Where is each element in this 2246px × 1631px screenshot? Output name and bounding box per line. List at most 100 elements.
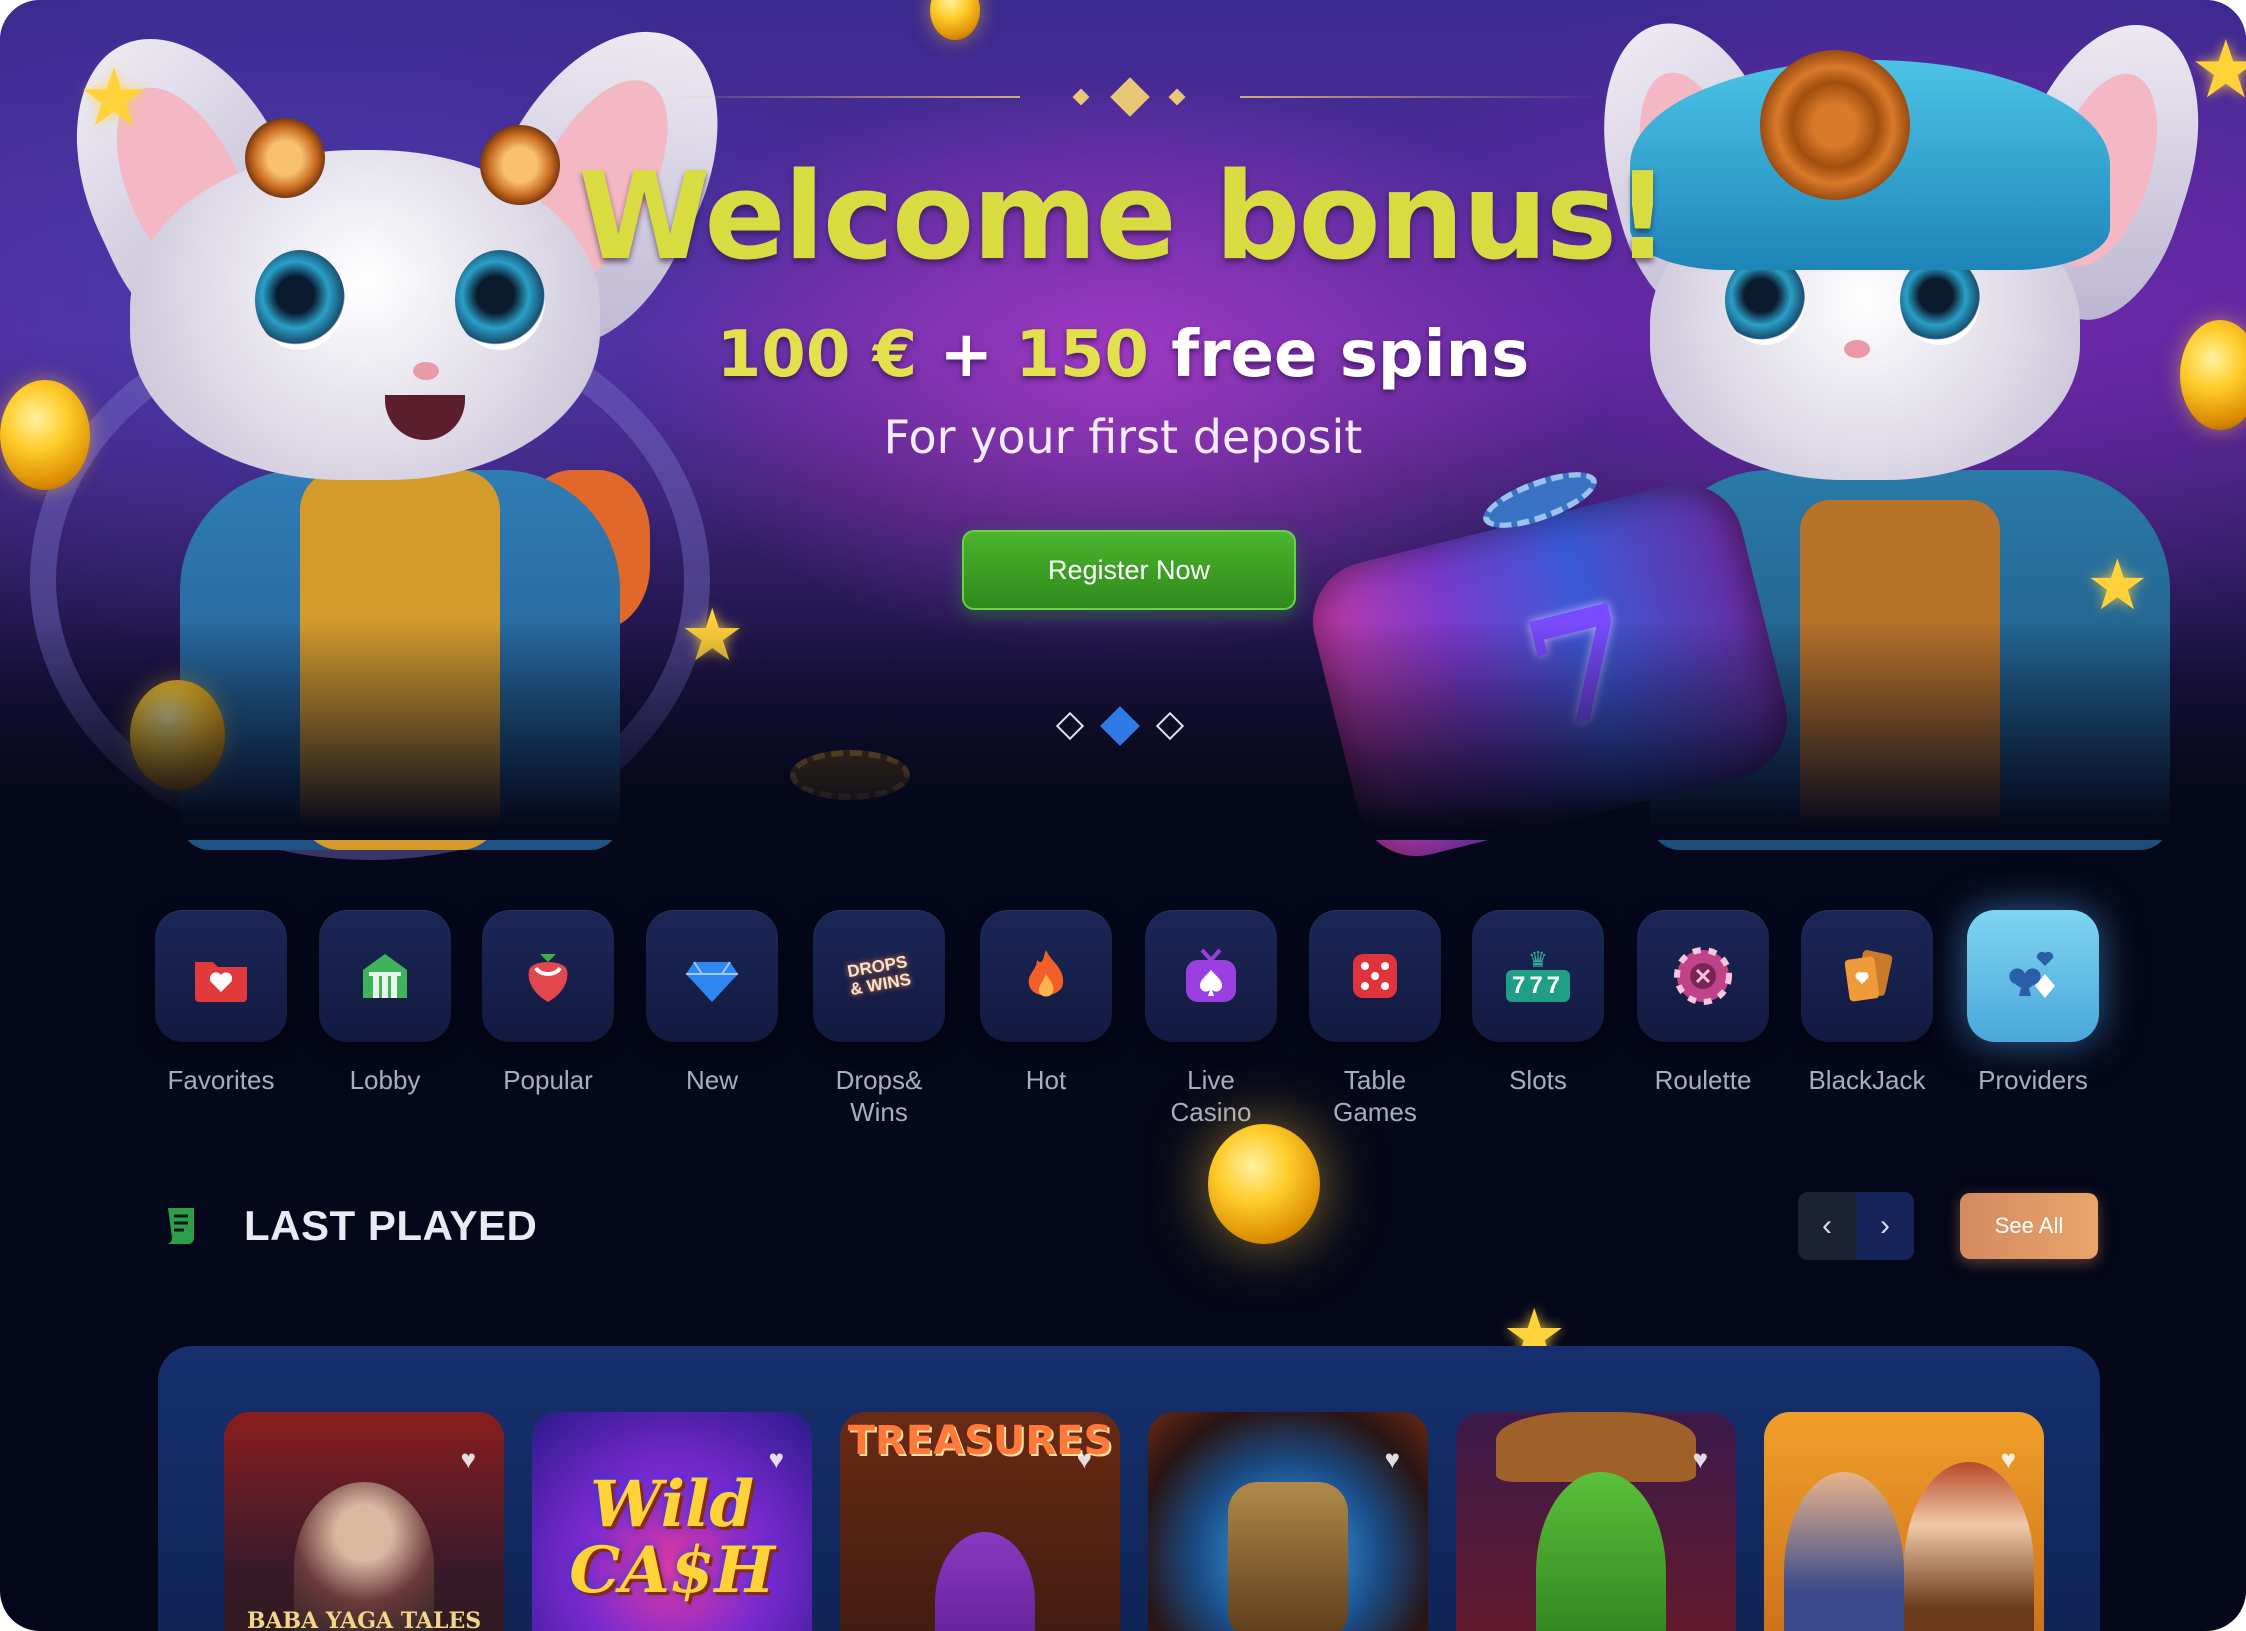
category-tile[interactable]: [980, 910, 1112, 1042]
category-lobby[interactable]: Lobby: [319, 910, 451, 1096]
hero-offer: 100 € + 150 free spins: [0, 318, 2246, 392]
deco-diamond-icon: [1072, 88, 1090, 106]
favorite-heart-icon[interactable]: ♥: [461, 1444, 476, 1475]
category-popular[interactable]: Popular: [482, 910, 614, 1096]
hero-title: Welcome bonus!: [578, 148, 1670, 287]
carousel-dots: [1055, 706, 1185, 746]
game-card-couple[interactable]: ♥: [1764, 1412, 2044, 1631]
hero-subtitle: For your first deposit: [883, 410, 1363, 464]
chevron-right-icon: ›: [1880, 1209, 1890, 1242]
category-tile[interactable]: DROPS & WINS: [813, 910, 945, 1042]
game-art: [1228, 1482, 1348, 1631]
category-favorites[interactable]: Favorites: [155, 910, 287, 1096]
star-icon: ★: [78, 53, 150, 142]
category-tile[interactable]: [155, 910, 287, 1042]
favorite-heart-icon[interactable]: ♥: [2001, 1444, 2016, 1475]
category-roulette[interactable]: Roulette: [1637, 910, 1769, 1096]
game-art: [1904, 1462, 2034, 1631]
favorite-heart-icon[interactable]: ♥: [1077, 1444, 1092, 1475]
game-art: [1784, 1472, 1904, 1631]
deco-diamond-icon: [1110, 77, 1150, 117]
offer-rest: free spins: [1148, 318, 1530, 392]
category-label: Providers: [1978, 1065, 2088, 1095]
register-now-button[interactable]: Register Now: [962, 530, 1296, 610]
next-button[interactable]: ›: [1856, 1192, 1914, 1260]
slot-777-text: 777: [1505, 970, 1571, 1002]
game-art: [1536, 1472, 1666, 1631]
favorite-heart-icon[interactable]: ♥: [1385, 1444, 1400, 1475]
offer-plus: +: [917, 318, 1016, 392]
lobby-building-icon: [363, 954, 407, 998]
prev-button[interactable]: ‹: [1798, 1192, 1856, 1260]
category-label: Hot: [1025, 1065, 1067, 1095]
card-suits-icon: [2009, 951, 2055, 998]
drops-wins-badge-icon: DROPS & WINS: [845, 952, 913, 1000]
category-table-games[interactable]: Table Games: [1309, 910, 1441, 1128]
game-card-wild-cash[interactable]: Wild CA$H ♥: [532, 1412, 812, 1631]
category-tile[interactable]: [1801, 910, 1933, 1042]
slot-777-icon: ♛ 777: [1505, 947, 1571, 1002]
chevron-left-icon: ‹: [1822, 1209, 1832, 1242]
game-card-aztec-mask[interactable]: ♥: [1148, 1412, 1428, 1631]
category-providers[interactable]: Providers: [1967, 910, 2099, 1096]
favorite-heart-icon[interactable]: ♥: [769, 1444, 784, 1475]
hero-banner: 7 ★ ★ ★ ★ Welcome bonus! 100 € + 150 fre…: [0, 0, 2246, 869]
category-new[interactable]: New: [646, 910, 778, 1096]
carousel-dot-2[interactable]: [1100, 706, 1140, 746]
diamond-icon: [686, 961, 738, 1002]
category-blackjack[interactable]: BlackJack: [1801, 910, 1933, 1096]
category-tile[interactable]: [482, 910, 614, 1042]
deco-diamond-icon: [1168, 88, 1186, 106]
category-tile[interactable]: [646, 910, 778, 1042]
deco-line-right: [1240, 96, 1600, 98]
see-all-button[interactable]: See All: [1960, 1193, 2098, 1259]
game-card-baba-yaga-tales[interactable]: BABA YAGA TALES ♥: [224, 1412, 504, 1631]
crown-icon: ♛: [1528, 947, 1548, 972]
category-tile[interactable]: [1309, 910, 1441, 1042]
roulette-chip-icon: [1674, 947, 1732, 1005]
coin-icon: [930, 0, 980, 40]
category-label: New: [685, 1065, 738, 1095]
folder-heart-icon: [195, 962, 247, 1002]
offer-spins: 150: [1015, 318, 1149, 392]
category-label: Slots: [1509, 1065, 1567, 1095]
game-card-treasures[interactable]: TREASURES ♥: [840, 1412, 1120, 1631]
category-tile[interactable]: ♛ 777: [1472, 910, 1604, 1042]
category-live-casino[interactable]: Live Casino: [1145, 910, 1277, 1128]
game-art: [935, 1532, 1035, 1631]
carousel-dot-1[interactable]: [1055, 711, 1085, 741]
casino-page: 7 ★ ★ ★ ★ Welcome bonus! 100 € + 150 fre…: [0, 0, 2246, 1631]
category-label: Popular: [503, 1065, 593, 1095]
category-drops-wins[interactable]: DROPS & WINS Drops& Wins: [813, 910, 945, 1128]
category-label: Favorites: [167, 1065, 275, 1095]
playing-cards-icon: [1844, 950, 1893, 1002]
category-tile[interactable]: [1145, 910, 1277, 1042]
game-card-cactus-cowboy[interactable]: ♥: [1456, 1412, 1736, 1631]
flame-icon: [1028, 950, 1064, 997]
category-label: Lobby: [349, 1065, 421, 1095]
category-hot[interactable]: Hot: [980, 910, 1112, 1096]
tv-spade-icon: [1186, 948, 1236, 1002]
category-tile[interactable]: [1637, 910, 1769, 1042]
star-icon: ★: [2086, 546, 2149, 624]
category-nav: Favorites Lobby Popular New DROPS & WINS…: [155, 910, 2099, 1130]
last-played-title: LAST PLAYED: [244, 1202, 538, 1249]
game-title-art: BABA YAGA TALES: [246, 1608, 482, 1631]
category-label: Roulette: [1654, 1065, 1752, 1095]
carousel-dot-3[interactable]: [1155, 711, 1185, 741]
category-label: Drops& Wins: [835, 1065, 923, 1127]
category-label: Table Games: [1333, 1065, 1417, 1127]
spade-coin-icon: [1208, 1124, 1320, 1244]
star-icon: ★: [2190, 25, 2246, 114]
category-label: Live Casino: [1170, 1065, 1252, 1127]
game-title-art: Wild CA$H: [569, 1467, 775, 1608]
category-tile[interactable]: [319, 910, 451, 1042]
deco-line-left: [650, 96, 1020, 98]
category-slots[interactable]: ♛ 777 Slots: [1472, 910, 1604, 1096]
category-tile[interactable]: [1967, 910, 2099, 1042]
scroll-icon: [166, 1208, 194, 1244]
favorite-heart-icon[interactable]: ♥: [1693, 1444, 1708, 1475]
offer-amount: 100 €: [716, 318, 918, 392]
strawberry-icon: [528, 954, 568, 1002]
last-played-nav: ‹ ›: [1798, 1192, 1914, 1260]
